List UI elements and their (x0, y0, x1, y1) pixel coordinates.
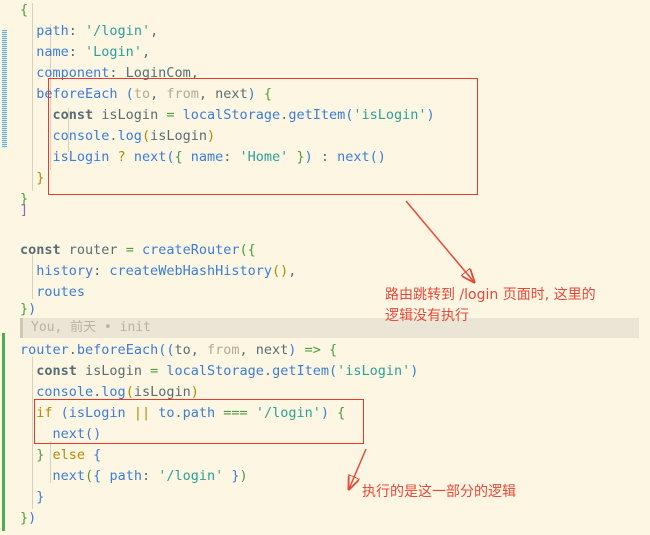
code-line[interactable]: ] (20, 200, 28, 221)
code-line[interactable]: }) (20, 299, 36, 320)
code-line[interactable]: }) (20, 508, 36, 529)
code-line[interactable]: name: 'Login', (20, 42, 150, 63)
code-line[interactable]: beforeEach (to, from, next) { (20, 84, 272, 105)
annotation-note-not-executed: 路由跳转到 /login 页面时, 这里的 逻辑没有执行 (385, 287, 596, 324)
code-text-layer[interactable]: { path: '/login', name: 'Login', compone… (0, 0, 650, 535)
code-line[interactable]: } else { (20, 445, 101, 466)
code-editor-viewport[interactable]: { path: '/login', name: 'Login', compone… (0, 0, 650, 535)
code-line[interactable]: next({ path: '/login' }) (20, 466, 248, 487)
annotation-note-executed: 执行的是这一部分的逻辑 (362, 484, 516, 500)
code-line[interactable]: path: '/login', (20, 21, 158, 42)
code-line[interactable]: } (20, 487, 44, 508)
code-line[interactable]: const isLogin = localStorage.getItem('is… (20, 105, 435, 126)
code-line[interactable]: console.log(isLogin) (20, 382, 199, 403)
code-line[interactable]: if (isLogin || to.path === '/login') { (20, 403, 345, 424)
code-line[interactable]: router.beforeEach((to, from, next) => { (20, 340, 337, 361)
code-line[interactable]: history: createWebHashHistory(), (20, 261, 296, 282)
code-line[interactable]: component: LoginCom, (20, 63, 199, 84)
code-line[interactable]: const isLogin = localStorage.getItem('is… (20, 361, 418, 382)
code-line[interactable]: isLogin ? next({ name: 'Home' }) : next(… (20, 147, 386, 168)
code-line[interactable]: console.log(isLogin) (20, 126, 216, 147)
code-line[interactable]: { (20, 0, 28, 21)
code-line[interactable]: const router = createRouter({ (20, 240, 256, 261)
code-line[interactable]: next() (20, 424, 102, 445)
code-line[interactable]: } (20, 168, 44, 189)
